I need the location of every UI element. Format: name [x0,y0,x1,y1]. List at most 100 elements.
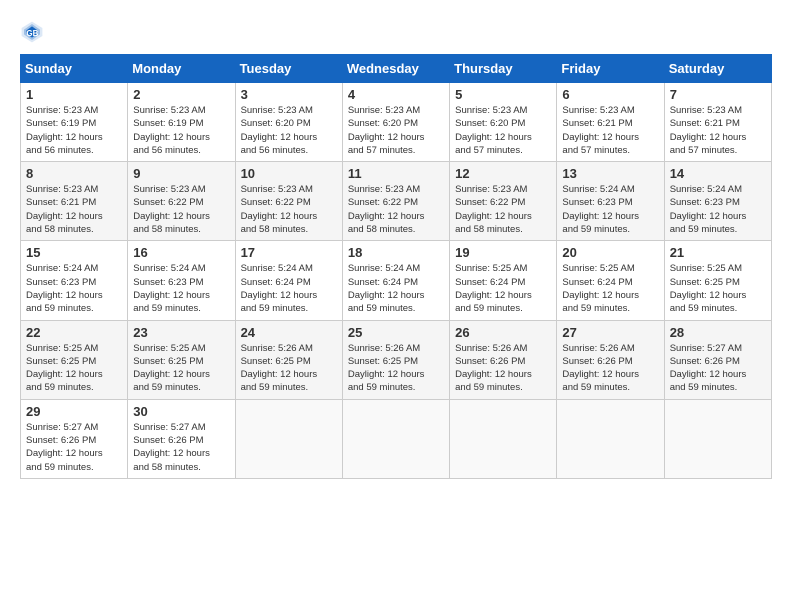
day-info: Sunrise: 5:25 AM Sunset: 6:25 PM Dayligh… [133,342,229,395]
calendar-cell: 18 Sunrise: 5:24 AM Sunset: 6:24 PM Dayli… [342,241,449,320]
day-number: 9 [133,166,229,181]
day-number: 20 [562,245,658,260]
day-number: 22 [26,325,122,340]
day-number: 30 [133,404,229,419]
day-number: 16 [133,245,229,260]
calendar-header-row: SundayMondayTuesdayWednesdayThursdayFrid… [21,55,772,83]
calendar-week-5: 29 Sunrise: 5:27 AM Sunset: 6:26 PM Dayli… [21,399,772,478]
day-info: Sunrise: 5:27 AM Sunset: 6:26 PM Dayligh… [26,421,122,474]
day-header-sunday: Sunday [21,55,128,83]
day-info: Sunrise: 5:24 AM Sunset: 6:23 PM Dayligh… [26,262,122,315]
day-header-wednesday: Wednesday [342,55,449,83]
day-number: 21 [670,245,766,260]
calendar-cell: 3 Sunrise: 5:23 AM Sunset: 6:20 PM Daylig… [235,83,342,162]
day-info: Sunrise: 5:23 AM Sunset: 6:22 PM Dayligh… [348,183,444,236]
day-number: 10 [241,166,337,181]
day-number: 6 [562,87,658,102]
calendar-cell: 11 Sunrise: 5:23 AM Sunset: 6:22 PM Dayli… [342,162,449,241]
day-number: 1 [26,87,122,102]
calendar-cell: 23 Sunrise: 5:25 AM Sunset: 6:25 PM Dayli… [128,320,235,399]
day-info: Sunrise: 5:25 AM Sunset: 6:25 PM Dayligh… [26,342,122,395]
day-info: Sunrise: 5:23 AM Sunset: 6:19 PM Dayligh… [26,104,122,157]
day-header-friday: Friday [557,55,664,83]
calendar-cell: 1 Sunrise: 5:23 AM Sunset: 6:19 PM Daylig… [21,83,128,162]
calendar-cell [557,399,664,478]
day-number: 8 [26,166,122,181]
calendar-week-1: 1 Sunrise: 5:23 AM Sunset: 6:19 PM Daylig… [21,83,772,162]
day-info: Sunrise: 5:23 AM Sunset: 6:22 PM Dayligh… [133,183,229,236]
day-number: 23 [133,325,229,340]
calendar-cell: 26 Sunrise: 5:26 AM Sunset: 6:26 PM Dayli… [450,320,557,399]
day-header-saturday: Saturday [664,55,771,83]
calendar-week-2: 8 Sunrise: 5:23 AM Sunset: 6:21 PM Daylig… [21,162,772,241]
calendar-cell: 4Sunrise: 5:23 AM Sunset: 6:20 PM Daylig… [342,83,449,162]
day-info: Sunrise: 5:26 AM Sunset: 6:25 PM Dayligh… [348,342,444,395]
logo-icon: GB [20,20,44,44]
calendar-cell: 6 Sunrise: 5:23 AM Sunset: 6:21 PM Daylig… [557,83,664,162]
day-number: 29 [26,404,122,419]
calendar-cell [235,399,342,478]
day-info: Sunrise: 5:24 AM Sunset: 6:23 PM Dayligh… [670,183,766,236]
day-info: Sunrise: 5:24 AM Sunset: 6:23 PM Dayligh… [562,183,658,236]
calendar-cell: 29 Sunrise: 5:27 AM Sunset: 6:26 PM Dayli… [21,399,128,478]
calendar-cell [664,399,771,478]
day-header-thursday: Thursday [450,55,557,83]
calendar-cell: 21 Sunrise: 5:25 AM Sunset: 6:25 PM Dayli… [664,241,771,320]
calendar-cell: 8 Sunrise: 5:23 AM Sunset: 6:21 PM Daylig… [21,162,128,241]
day-number: 14 [670,166,766,181]
day-number: 27 [562,325,658,340]
calendar-table: SundayMondayTuesdayWednesdayThursdayFrid… [20,54,772,479]
day-info: Sunrise: 5:26 AM Sunset: 6:25 PM Dayligh… [241,342,337,395]
day-info: Sunrise: 5:24 AM Sunset: 6:23 PM Dayligh… [133,262,229,315]
calendar-week-4: 22 Sunrise: 5:25 AM Sunset: 6:25 PM Dayli… [21,320,772,399]
day-info: Sunrise: 5:26 AM Sunset: 6:26 PM Dayligh… [562,342,658,395]
day-number: 18 [348,245,444,260]
calendar-cell: 24 Sunrise: 5:26 AM Sunset: 6:25 PM Dayli… [235,320,342,399]
day-info: Sunrise: 5:24 AM Sunset: 6:24 PM Dayligh… [348,262,444,315]
logo: GB [20,20,48,44]
calendar-cell: 14 Sunrise: 5:24 AM Sunset: 6:23 PM Dayli… [664,162,771,241]
header: GB [20,20,772,44]
day-info: Sunrise: 5:25 AM Sunset: 6:24 PM Dayligh… [455,262,551,315]
calendar-cell: 9 Sunrise: 5:23 AM Sunset: 6:22 PM Daylig… [128,162,235,241]
day-info: Sunrise: 5:23 AM Sunset: 6:20 PM Dayligh… [241,104,337,157]
calendar-cell [342,399,449,478]
calendar-week-3: 15 Sunrise: 5:24 AM Sunset: 6:23 PM Dayli… [21,241,772,320]
day-info: Sunrise: 5:23 AM Sunset: 6:21 PM Dayligh… [670,104,766,157]
svg-text:GB: GB [26,29,38,38]
calendar-cell [450,399,557,478]
day-number: 5 [455,87,551,102]
day-number: 17 [241,245,337,260]
calendar-cell: 12Sunrise: 5:23 AM Sunset: 6:22 PM Dayli… [450,162,557,241]
day-info: Sunrise: 5:23 AM Sunset: 6:21 PM Dayligh… [26,183,122,236]
day-info: Sunrise: 5:26 AM Sunset: 6:26 PM Dayligh… [455,342,551,395]
day-info: Sunrise: 5:23 AM Sunset: 6:20 PM Dayligh… [455,104,551,157]
calendar-cell: 28Sunrise: 5:27 AM Sunset: 6:26 PM Dayli… [664,320,771,399]
calendar-cell: 10Sunrise: 5:23 AM Sunset: 6:22 PM Dayli… [235,162,342,241]
calendar-cell: 30Sunrise: 5:27 AM Sunset: 6:26 PM Dayli… [128,399,235,478]
calendar-cell: 16 Sunrise: 5:24 AM Sunset: 6:23 PM Dayli… [128,241,235,320]
day-info: Sunrise: 5:24 AM Sunset: 6:24 PM Dayligh… [241,262,337,315]
day-number: 12 [455,166,551,181]
calendar-cell: 5 Sunrise: 5:23 AM Sunset: 6:20 PM Daylig… [450,83,557,162]
day-number: 3 [241,87,337,102]
calendar-body: 1 Sunrise: 5:23 AM Sunset: 6:19 PM Daylig… [21,83,772,479]
calendar-cell: 7Sunrise: 5:23 AM Sunset: 6:21 PM Daylig… [664,83,771,162]
day-number: 11 [348,166,444,181]
day-info: Sunrise: 5:23 AM Sunset: 6:21 PM Dayligh… [562,104,658,157]
day-info: Sunrise: 5:25 AM Sunset: 6:25 PM Dayligh… [670,262,766,315]
day-number: 15 [26,245,122,260]
calendar-cell: 17 Sunrise: 5:24 AM Sunset: 6:24 PM Dayli… [235,241,342,320]
day-number: 25 [348,325,444,340]
calendar-cell: 2 Sunrise: 5:23 AM Sunset: 6:19 PM Daylig… [128,83,235,162]
calendar-cell: 19Sunrise: 5:25 AM Sunset: 6:24 PM Dayli… [450,241,557,320]
day-number: 2 [133,87,229,102]
day-info: Sunrise: 5:23 AM Sunset: 6:19 PM Dayligh… [133,104,229,157]
day-number: 24 [241,325,337,340]
day-info: Sunrise: 5:25 AM Sunset: 6:24 PM Dayligh… [562,262,658,315]
day-header-monday: Monday [128,55,235,83]
calendar-cell: 13Sunrise: 5:24 AM Sunset: 6:23 PM Dayli… [557,162,664,241]
calendar-cell: 27 Sunrise: 5:26 AM Sunset: 6:26 PM Dayli… [557,320,664,399]
day-number: 26 [455,325,551,340]
calendar-cell: 25 Sunrise: 5:26 AM Sunset: 6:25 PM Dayli… [342,320,449,399]
